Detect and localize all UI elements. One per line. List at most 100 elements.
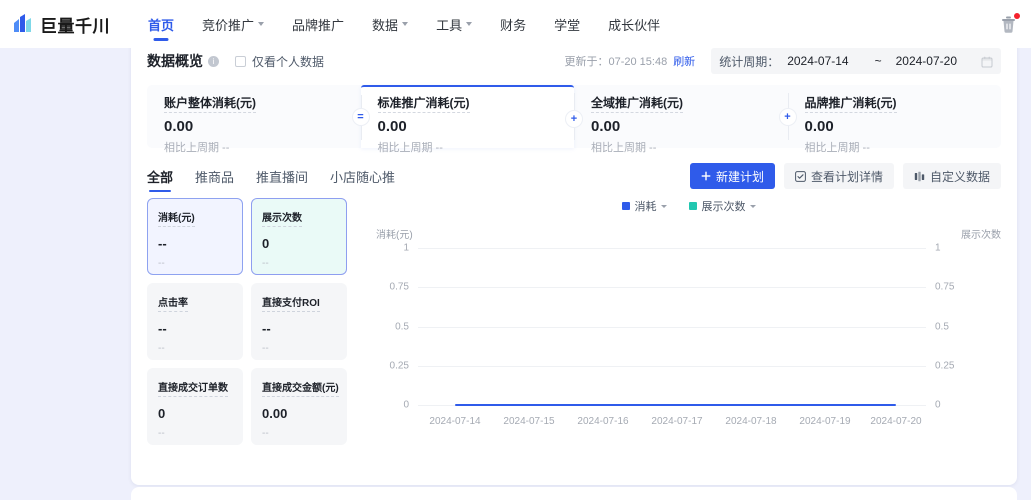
tile-impressions[interactable]: 展示次数 0 -- bbox=[251, 198, 347, 275]
card-comparison: 相比上周期 -- bbox=[377, 142, 443, 154]
date-start-value[interactable]: 2024-07-14 bbox=[787, 54, 848, 68]
checkbox-box-icon bbox=[235, 55, 246, 67]
plus-operator-icon: + bbox=[565, 110, 583, 128]
tile-direct-orders[interactable]: 直接成交订单数 0 -- bbox=[147, 368, 243, 445]
metric-tiles: 消耗(元) -- -- 展示次数 0 -- 点击率 -- -- 直接支付ROI … bbox=[147, 198, 347, 445]
date-range-picker[interactable]: 统计周期： 2024-07-14 ~ 2024-07-20 bbox=[711, 48, 1001, 74]
calendar-icon bbox=[981, 55, 993, 68]
nav-item-label: 成长伙伴 bbox=[608, 17, 661, 33]
gridline bbox=[418, 287, 926, 288]
chevron-down-icon bbox=[466, 22, 473, 26]
tile-value: 0 bbox=[262, 236, 270, 251]
card-comparison: 相比上周期 -- bbox=[591, 142, 657, 154]
legend-label: 消耗 bbox=[634, 201, 657, 213]
card-brand-promotion-spend[interactable]: 品牌推广消耗(元) 0.00 相比上周期 -- bbox=[787, 85, 1002, 154]
card-standard-promotion-spend[interactable]: 标准推广消耗(元) 0.00 相比上周期 -- + bbox=[360, 85, 583, 154]
nav-item-label: 首页 bbox=[148, 17, 175, 33]
gridline bbox=[418, 327, 926, 328]
tile-click-rate[interactable]: 点击率 -- -- bbox=[147, 283, 243, 360]
nav-item-label: 财务 bbox=[500, 17, 527, 33]
y-axis-tick: 0.5 bbox=[395, 321, 409, 333]
legend-item-impressions[interactable]: 展示次数 bbox=[688, 198, 756, 214]
tile-title: 直接成交订单数 bbox=[158, 383, 228, 397]
tab-all[interactable]: 全部 bbox=[147, 160, 173, 192]
x-axis-tick: 2024-07-15 bbox=[503, 416, 555, 427]
plus-operator-icon: + bbox=[778, 108, 797, 126]
date-end-value[interactable]: 2024-07-20 bbox=[896, 54, 957, 68]
date-range-separator: ~ bbox=[874, 54, 882, 68]
tab-promote-product[interactable]: 推商品 bbox=[195, 160, 234, 192]
tab-shop-suixintui[interactable]: 小店随心推 bbox=[330, 160, 395, 192]
trend-chart: 消耗 展示次数 消耗(元) 展示次数 1 0.75 0.5 0.25 0 1 0… bbox=[376, 198, 1001, 468]
nav-item-growth-partner[interactable]: 成长伙伴 bbox=[594, 0, 674, 48]
nav-item-bidding-promotion[interactable]: 竞价推广 bbox=[188, 0, 278, 48]
info-icon[interactable]: i bbox=[208, 55, 219, 67]
brand-name: 巨量千川 bbox=[40, 16, 110, 36]
nav-item-tools[interactable]: 工具 bbox=[422, 0, 486, 48]
x-axis-tick: 2024-07-19 bbox=[799, 416, 851, 427]
x-axis-tick: 2024-07-17 bbox=[651, 416, 703, 427]
tile-direct-payment-roi[interactable]: 直接支付ROI -- -- bbox=[251, 283, 347, 360]
tile-spend[interactable]: 消耗(元) -- -- bbox=[147, 198, 243, 275]
chart-plot-area: 1 0.75 0.5 0.25 0 1 0.75 0.5 0.25 0 2024… bbox=[390, 243, 955, 428]
refresh-link[interactable]: 刷新 bbox=[673, 53, 695, 69]
bar-chart-logo-icon bbox=[12, 14, 34, 34]
y-axis-tick: 0.75 bbox=[389, 281, 409, 293]
action-buttons: 新建计划 查看计划详情 自定义数据 bbox=[681, 163, 1001, 189]
y-axis-title: 消耗(元) bbox=[376, 230, 413, 241]
card-global-promotion-spend[interactable]: 全域推广消耗(元) 0.00 相比上周期 -- + bbox=[574, 85, 797, 154]
card-value: 0.00 bbox=[804, 118, 834, 135]
card-value: 0.00 bbox=[377, 118, 407, 135]
legend-label: 展示次数 bbox=[701, 201, 746, 213]
card-title: 标准推广消耗(元) bbox=[377, 94, 470, 113]
brand-logo[interactable]: 巨量千川 bbox=[12, 12, 110, 37]
updated-time: 更新于：07-20 15:48 bbox=[564, 56, 668, 68]
data-overview-panel: 数据概览 i 仅看个人数据 更新于：07-20 15:48 刷新 统计周期： 2… bbox=[131, 30, 1017, 485]
nav-item-home[interactable]: 首页 bbox=[134, 0, 188, 48]
tile-title: 消耗(元) bbox=[158, 213, 195, 227]
y2-axis-title: 展示次数 bbox=[961, 230, 1001, 241]
tile-comparison: -- bbox=[262, 258, 269, 269]
trash-button[interactable] bbox=[1000, 12, 1020, 34]
card-comparison: 相比上周期 -- bbox=[804, 142, 870, 154]
tab-promote-livestream[interactable]: 推直播间 bbox=[256, 160, 308, 192]
chevron-down-icon bbox=[402, 22, 409, 26]
x-axis-tick: 2024-07-20 bbox=[870, 416, 922, 427]
view-plan-detail-label: 查看计划详情 bbox=[810, 169, 883, 184]
new-plan-button[interactable]: 新建计划 bbox=[689, 163, 775, 189]
card-value: 0.00 bbox=[164, 118, 194, 135]
nav-item-data[interactable]: 数据 bbox=[358, 0, 422, 48]
nav-item-brand-promotion[interactable]: 品牌推广 bbox=[278, 0, 358, 48]
series-line-spend bbox=[455, 404, 896, 406]
custom-data-label: 自定义数据 bbox=[929, 169, 990, 184]
tabs-and-actions-row: 全部 推商品 推直播间 小店随心推 新建计划 查看计划详情 自定义数据 bbox=[147, 160, 1001, 192]
tile-title: 直接支付ROI bbox=[262, 298, 320, 312]
chevron-down-icon bbox=[749, 204, 756, 208]
y2-axis-tick: 0 bbox=[935, 399, 941, 411]
y-axis-tick: 0.25 bbox=[389, 360, 409, 372]
spend-summary-cards: 账户整体消耗(元) 0.00 相比上周期 -- = 标准推广消耗(元) 0.00… bbox=[147, 85, 1002, 154]
tile-direct-gmv[interactable]: 直接成交金额(元) 0.00 -- bbox=[251, 368, 347, 445]
tile-comparison: -- bbox=[158, 343, 165, 354]
nav-item-academy[interactable]: 学堂 bbox=[540, 0, 594, 48]
tile-comparison: -- bbox=[158, 258, 165, 269]
checkbox-square-icon bbox=[795, 170, 806, 182]
card-value: 0.00 bbox=[591, 118, 621, 135]
tile-comparison: -- bbox=[158, 428, 165, 439]
legend-item-spend[interactable]: 消耗 bbox=[621, 198, 667, 214]
nav-item-label: 竞价推广 bbox=[202, 17, 255, 33]
view-plan-detail-button[interactable]: 查看计划详情 bbox=[783, 163, 894, 189]
notification-badge bbox=[1014, 12, 1020, 19]
tab-label: 推直播间 bbox=[256, 169, 309, 185]
tile-comparison: -- bbox=[262, 428, 269, 439]
card-account-total-spend[interactable]: 账户整体消耗(元) 0.00 相比上周期 -- = bbox=[147, 85, 370, 154]
tab-label: 全部 bbox=[147, 169, 174, 185]
y-axis-tick: 1 bbox=[403, 242, 409, 254]
custom-data-button[interactable]: 自定义数据 bbox=[902, 163, 1001, 189]
legend-color-swatch bbox=[621, 202, 630, 210]
page-title: 数据概览 bbox=[147, 53, 203, 69]
personal-data-checkbox[interactable]: 仅看个人数据 bbox=[235, 53, 324, 70]
tab-label: 小店随心推 bbox=[330, 169, 396, 185]
nav-item-finance[interactable]: 财务 bbox=[486, 0, 540, 48]
y2-axis-tick: 0.5 bbox=[935, 321, 949, 333]
